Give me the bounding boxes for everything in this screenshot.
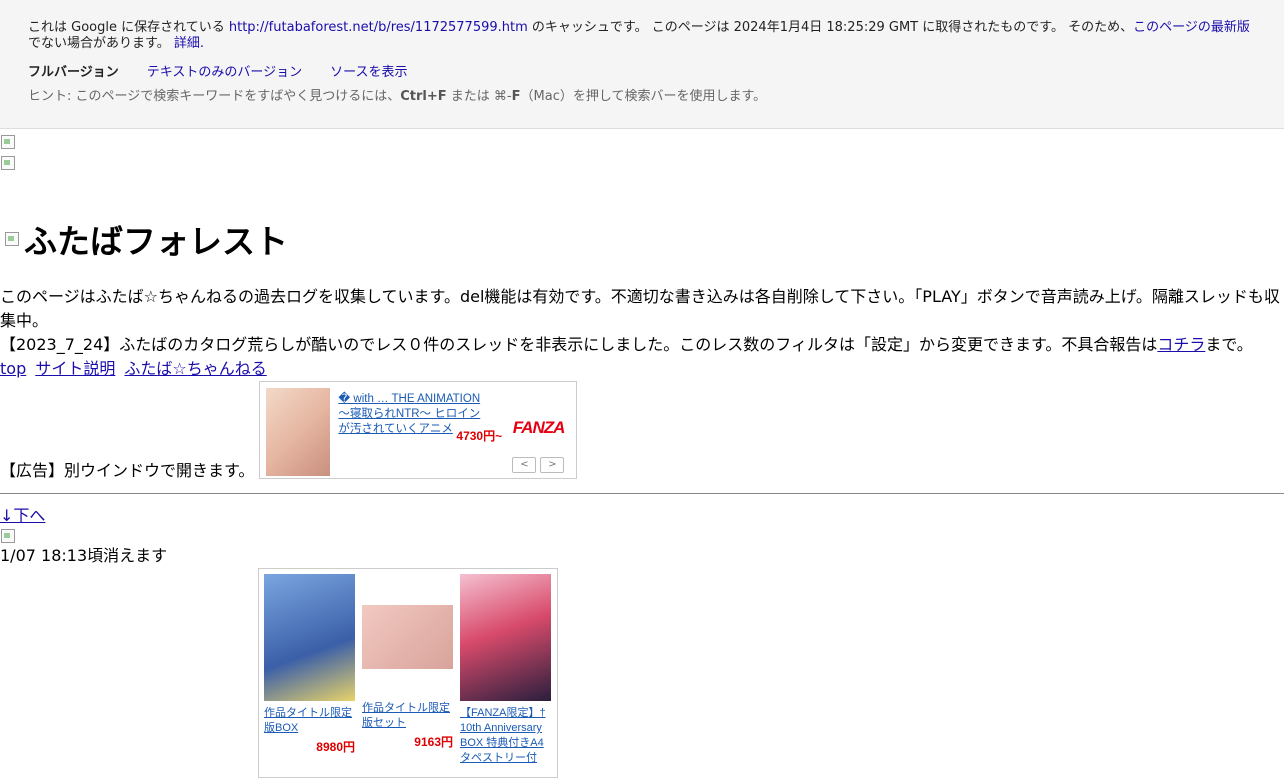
ad-product-image[interactable] bbox=[362, 605, 453, 669]
ad-product-price: 9163円 bbox=[414, 735, 453, 749]
cache-banner: これは Google に保存されている http://futabaforest.… bbox=[0, 0, 1284, 129]
ad-product[interactable]: 作品タイトル限定版セット 9163円 bbox=[362, 574, 453, 777]
intro-text: このページはふたば☆ちゃんねるの過去ログを収集しています。del機能は有効です。… bbox=[0, 287, 1280, 330]
cache-suffix: でない場合があります。 bbox=[28, 36, 170, 51]
nav-futaba-link[interactable]: ふたば☆ちゃんねる bbox=[124, 359, 266, 378]
notice: 【2023_7_24】ふたばのカタログ荒らしが酷いのでレス０件のスレッドを非表示… bbox=[0, 333, 1284, 357]
ad-carousel-controls: < > bbox=[512, 457, 565, 473]
cache-middle: のキャッシュです。 このページは 2024年1月4日 18:25:29 GMT … bbox=[527, 20, 1134, 35]
hint-mid: または ⌘- bbox=[446, 89, 512, 104]
divider bbox=[0, 493, 1284, 494]
ad-product-title[interactable]: 作品タイトル限定版セット bbox=[362, 701, 453, 731]
notice-prefix: 【2023_7_24】ふたばのカタログ荒らしが酷いのでレス０件のスレッドを非表示… bbox=[0, 335, 1158, 354]
ad-banner[interactable]: � with … THE ANIMATION 〜寝取られNTR〜 ヒロインが汚さ… bbox=[259, 381, 578, 479]
site-title-text: ふたばフォレスト bbox=[24, 222, 288, 261]
latest-version-link[interactable]: このページの最新版 bbox=[1133, 20, 1250, 35]
site-nav: top サイト説明 ふたば☆ちゃんねる bbox=[0, 357, 1284, 381]
hint-suffix: （Mac）を押して検索バーを使用します。 bbox=[520, 89, 767, 104]
broken-image-icon bbox=[0, 155, 16, 171]
hint-key-ctrl-f: Ctrl+F bbox=[400, 89, 447, 104]
ad-product-title[interactable]: 【FANZA限定】†10th Anniversary BOX 特典付きA4タペス… bbox=[460, 706, 551, 766]
ad-product-price: 8980円 bbox=[316, 740, 355, 754]
cache-prefix: これは Google に保存されている bbox=[28, 20, 229, 35]
site-logo-broken-icon bbox=[4, 231, 20, 247]
ad-product[interactable]: 【FANZA限定】†10th Anniversary BOX 特典付きA4タペス… bbox=[460, 574, 551, 777]
search-hint: ヒント: このページで検索キーワードをすばやく見つけるには、Ctrl+F または… bbox=[28, 89, 1256, 105]
jump-down-link[interactable]: ↓下へ bbox=[0, 504, 1284, 528]
ad-product-image[interactable] bbox=[460, 574, 551, 701]
expire-notice: 1/07 18:13頃消えます bbox=[0, 546, 168, 565]
chevron-right-icon[interactable]: > bbox=[540, 457, 565, 473]
ad-price: 4730円~ bbox=[456, 429, 503, 443]
ad-product-title[interactable]: 作品タイトル限定版BOX bbox=[264, 706, 355, 736]
version-tabs: フルバージョン テキストのみのバージョン ソースを表示 bbox=[28, 65, 1256, 81]
nav-about-link[interactable]: サイト説明 bbox=[35, 359, 115, 378]
cache-notice: これは Google に保存されている http://futabaforest.… bbox=[28, 20, 1256, 52]
cached-url-link[interactable]: http://futabaforest.net/b/res/1172577599… bbox=[229, 20, 528, 35]
ad-product-image[interactable] bbox=[264, 574, 355, 701]
details-link[interactable]: 詳細. bbox=[174, 36, 204, 51]
notice-suffix: まで。 bbox=[1205, 335, 1253, 354]
full-version-label: フルバージョン bbox=[28, 65, 119, 80]
text-only-version-link[interactable]: テキストのみのバージョン bbox=[147, 65, 302, 81]
ad-product[interactable]: 作品タイトル限定版BOX 8980円 bbox=[264, 574, 355, 777]
view-source-link[interactable]: ソースを表示 bbox=[330, 65, 407, 81]
site-title: ふたばフォレスト bbox=[0, 215, 1284, 263]
hint-prefix: ヒント: このページで検索キーワードをすばやく見つけるには、 bbox=[28, 89, 401, 104]
ad-product-grid: 作品タイトル限定版BOX 8980円 作品タイトル限定版セット 9163円 【F… bbox=[258, 568, 558, 778]
bug-report-link[interactable]: コチラ bbox=[1157, 335, 1205, 354]
ad-thumbnail[interactable] bbox=[266, 388, 331, 476]
chevron-left-icon[interactable]: < bbox=[512, 457, 537, 473]
site-intro: このページはふたば☆ちゃんねるの過去ログを収集しています。del機能は有効です。… bbox=[0, 285, 1284, 381]
fanza-logo[interactable]: FANZA bbox=[513, 418, 566, 438]
hint-key-f: F bbox=[511, 89, 521, 104]
ad-section: 【広告】別ウインドウで開きます。 � with … THE ANIMATION … bbox=[0, 381, 1284, 480]
broken-image-icon bbox=[0, 134, 16, 150]
ad-label: 【広告】別ウインドウで開きます。 bbox=[0, 461, 255, 480]
nav-top-link[interactable]: top bbox=[0, 359, 26, 378]
broken-image-icon bbox=[0, 528, 16, 544]
